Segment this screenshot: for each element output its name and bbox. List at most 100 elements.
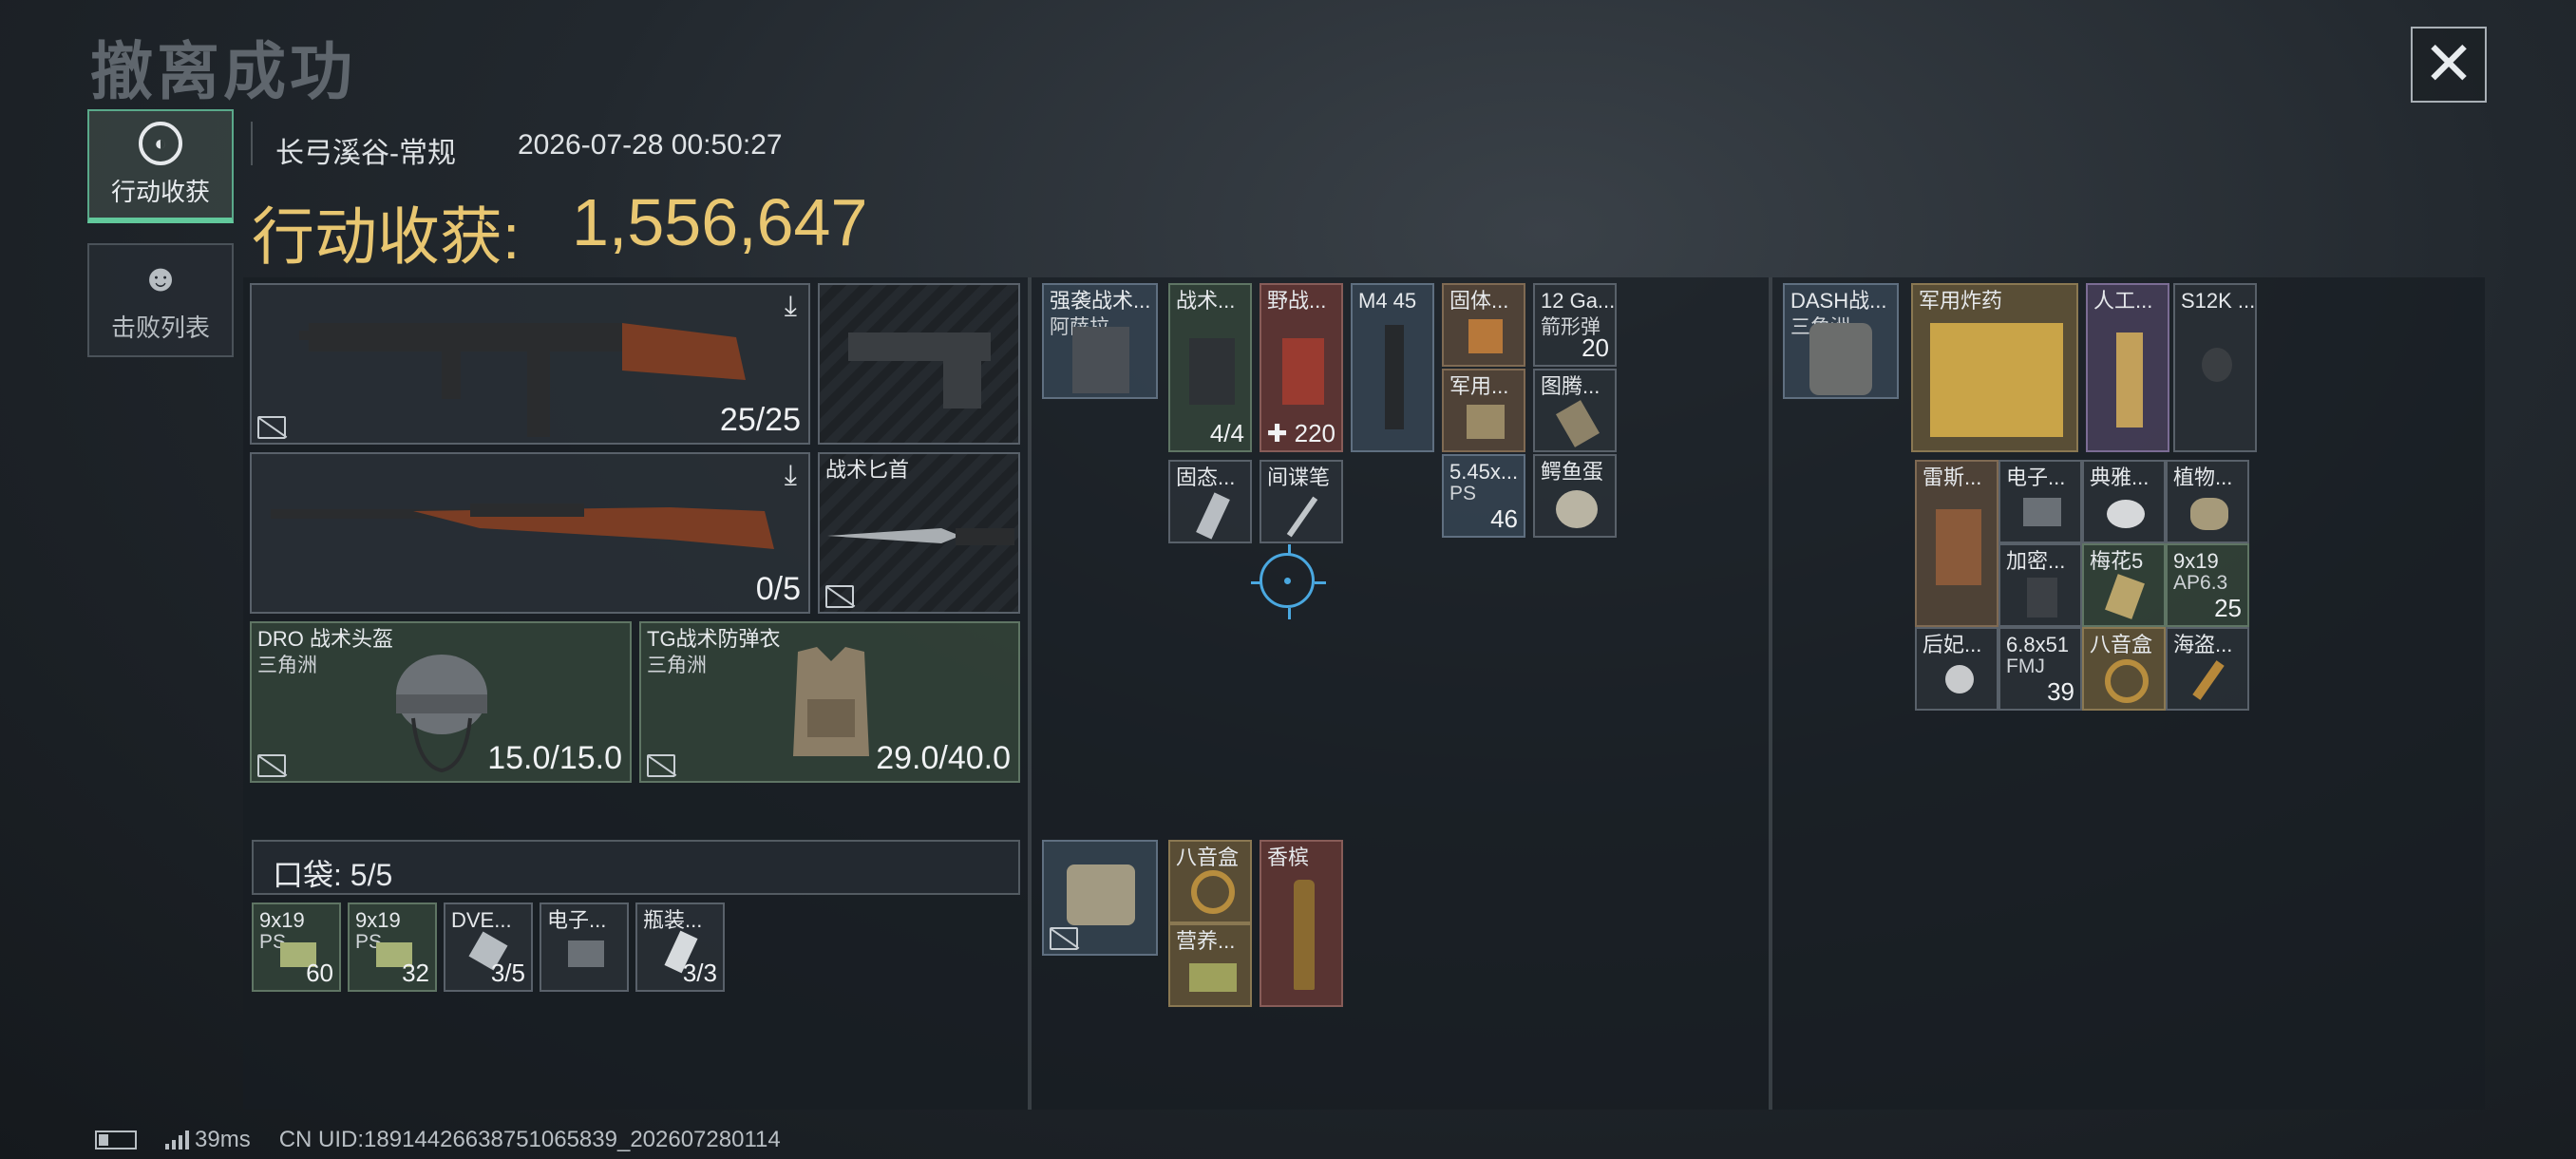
rig-item[interactable]: 12 Ga... 箭形弹 20 [1533, 283, 1617, 367]
backpack-item[interactable]: 加密... [1998, 543, 2082, 627]
backpack-item[interactable]: 梅花5 [2082, 543, 2166, 627]
uninsured-icon [1050, 927, 1078, 950]
rig-item[interactable]: 固态... [1168, 460, 1252, 543]
armor-vest-icon [793, 647, 869, 756]
item-name: 八音盒 [2090, 633, 2153, 656]
item-name: 后妃... [1923, 633, 1982, 656]
rig-item[interactable]: 战术... 4/4 [1168, 283, 1252, 452]
pocket-item[interactable]: 9x19 PS... 60 [252, 902, 341, 992]
spy-pen-icon [1286, 496, 1318, 538]
backpack-item[interactable]: 植物... [2166, 460, 2249, 543]
rig-item[interactable]: 野战... ✚ 220 [1260, 283, 1343, 452]
earnings-label: 行动收获: [252, 201, 521, 272]
first-aid-icon [1282, 338, 1324, 405]
item-name: 军用炸药 [1919, 289, 2003, 313]
smg-icon [299, 323, 746, 437]
helmet-slot[interactable]: DRO 战术头盔 三角洲 15.0/15.0 [250, 621, 632, 783]
item-name: 香槟 [1267, 846, 1310, 869]
item-name: 梅花5 [2090, 549, 2144, 573]
rig-item[interactable]: 鳄鱼蛋 [1533, 454, 1617, 538]
item-name: 海盗... [2173, 633, 2233, 656]
helmet-sub: 三角洲 [257, 655, 317, 676]
pocket-item[interactable]: DVE... 3/5 [444, 902, 533, 992]
item-count: 4/4 [1209, 419, 1244, 447]
item-name: 电子... [2006, 466, 2066, 489]
backpack-item[interactable]: 电子... [1998, 460, 2082, 543]
helmet-name: DRO 战术头盔 [257, 627, 394, 651]
item-name: 5.45x... [1449, 460, 1519, 484]
supply-box-icon [1467, 405, 1505, 439]
uninsured-icon [825, 585, 854, 608]
tab-loot[interactable]: ◐ 行动收获 [87, 109, 234, 223]
rig-item[interactable]: M4 45 [1351, 283, 1434, 452]
backpack-item[interactable]: S12K ... [2173, 283, 2257, 452]
item-name: 图腾... [1541, 374, 1601, 398]
backpack-item[interactable]: 后妃... [1915, 627, 1998, 711]
champagne-icon [1294, 880, 1315, 990]
jar-icon [2190, 498, 2228, 530]
helmet-icon [396, 655, 487, 773]
backpack-item[interactable]: 9x19 AP6.3 25 [2166, 543, 2249, 627]
totem-icon [1556, 400, 1600, 447]
case-item[interactable]: 营养... [1168, 923, 1252, 1007]
secondary-weapon-slot[interactable]: ⤓ 0/5 [250, 452, 810, 614]
primary-ammo: 25/25 [719, 402, 801, 438]
skull-icon: ☻ [140, 257, 181, 299]
item-name: 9x19 [355, 908, 401, 932]
pocket-header: 口袋: 5/5 [252, 840, 1020, 895]
item-name: 6.8x51 [2006, 633, 2070, 656]
sidearm-slot[interactable] [818, 283, 1020, 445]
melee-name: 战术匕首 [825, 458, 910, 482]
rig-slot[interactable]: 强袭战术... 阿萨拉 [1042, 283, 1158, 399]
backpack-item[interactable]: 雷斯... [1915, 460, 1998, 627]
rig-item[interactable]: 军用... [1442, 369, 1525, 452]
armor-name: TG战术防弹衣 [647, 627, 781, 651]
drum-mag-icon [2202, 348, 2232, 382]
backpack-item[interactable]: 八音盒 [2082, 627, 2166, 711]
pocket-item[interactable]: 9x19 PS... 32 [348, 902, 437, 992]
primary-weapon-slot[interactable]: ⤓ 25/25 [250, 283, 810, 445]
match-datetime: 2026-07-28 00:50:27 [518, 129, 783, 161]
item-name: 植物... [2173, 466, 2233, 489]
uninsured-icon [647, 754, 675, 777]
tab-kill-list[interactable]: ☻ 击败列表 [87, 243, 234, 357]
backpack-item[interactable]: 人工... [2086, 283, 2169, 452]
close-button[interactable]: ✕ [2411, 27, 2487, 103]
backpack-item[interactable]: 典雅... [2082, 460, 2166, 543]
melee-slot[interactable]: 战术匕首 [818, 452, 1020, 614]
info-divider [251, 122, 253, 165]
network-status: 39ms [165, 1127, 251, 1153]
rig-name: 强袭战术... [1050, 289, 1151, 313]
rig-item[interactable]: 间谍笔 [1260, 460, 1343, 543]
item-name: 八音盒 [1176, 846, 1240, 869]
medkit-icon [1189, 338, 1235, 405]
item-sub: FMJ [2006, 656, 2045, 677]
backpack-slot[interactable]: DASH战... 三角洲 [1783, 283, 1899, 399]
music-box-icon [1191, 870, 1235, 914]
pocket-item[interactable]: 瓶装... 3/3 [635, 902, 725, 992]
item-name: 固态... [1176, 466, 1236, 489]
rig-item[interactable]: 图腾... [1533, 369, 1617, 452]
case-item[interactable]: 香槟 [1260, 840, 1343, 1007]
item-name: 营养... [1176, 929, 1236, 953]
drive-icon [1196, 492, 1230, 540]
secure-case-slot[interactable] [1042, 840, 1158, 956]
item-name: 战术... [1176, 289, 1236, 313]
pistol-icon [848, 332, 991, 408]
armor-slot[interactable]: TG战术防弹衣 三角洲 29.0/40.0 [639, 621, 1020, 783]
backpack-item[interactable]: 海盗... [2166, 627, 2249, 711]
case-item[interactable]: 八音盒 [1168, 840, 1252, 923]
knife-icon [827, 528, 1014, 545]
download-icon: ⤓ [784, 460, 797, 491]
rig-item[interactable]: 固体... [1442, 283, 1525, 367]
backpack-item[interactable]: 6.8x51 FMJ 39 [1998, 627, 2082, 711]
secondary-ammo: 0/5 [755, 571, 801, 607]
item-count: ✚ 220 [1266, 419, 1335, 447]
backpack-item[interactable]: 军用炸药 [1911, 283, 2078, 452]
item-name: M4 45 [1358, 289, 1417, 313]
pocket-item[interactable]: 电子... [540, 902, 629, 992]
uid-text: CN UID:18914426638751065839_202607280114 [278, 1127, 781, 1152]
pirate-item-icon [2192, 660, 2225, 700]
rig-item[interactable]: 5.45x... PS 46 [1442, 454, 1525, 538]
item-count: 20 [1582, 333, 1609, 362]
